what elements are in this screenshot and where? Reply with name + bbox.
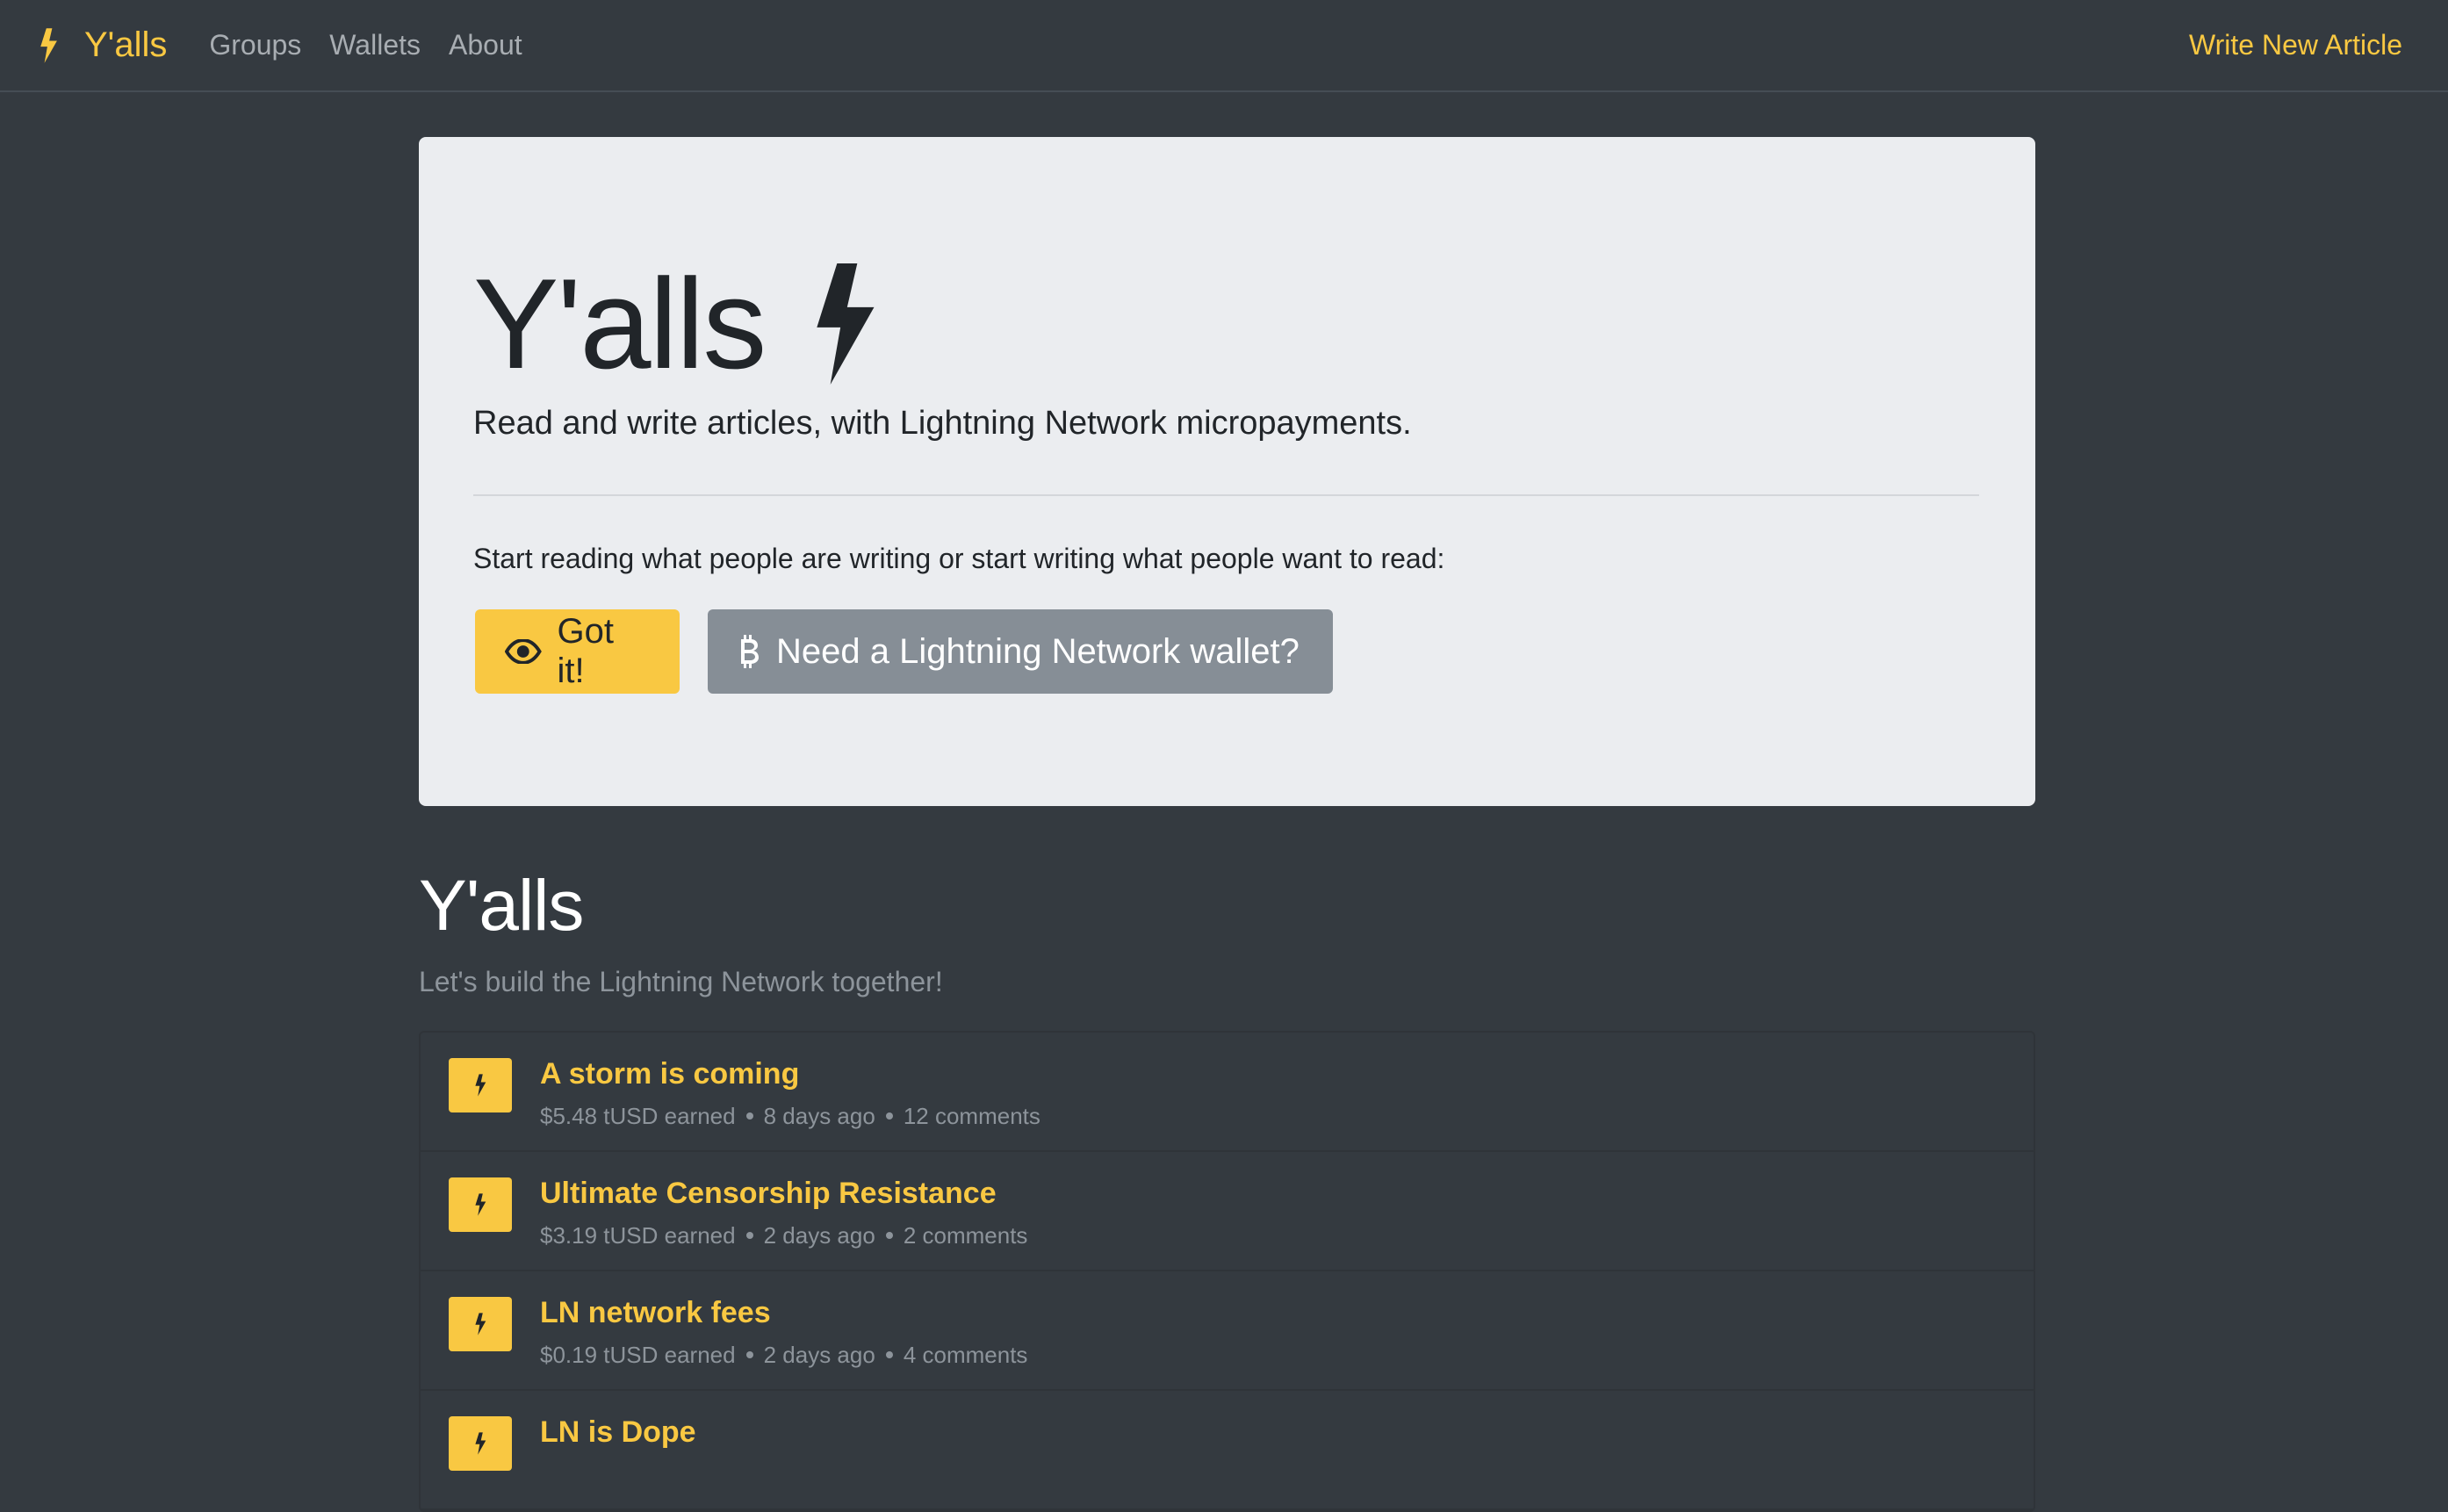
brand-link[interactable]: Y'alls — [39, 25, 167, 65]
separator-dot — [885, 1112, 893, 1120]
list-item[interactable]: A storm is coming $5.48 tUSD earned 8 da… — [421, 1033, 2034, 1152]
wallet-help-label: Need a Lightning Network wallet? — [776, 631, 1300, 671]
article-title-link[interactable]: LN is Dope — [540, 1415, 696, 1451]
article-earned: $3.19 tUSD earned — [540, 1221, 736, 1249]
bitcoin-icon — [741, 635, 759, 668]
article-icon — [449, 1177, 512, 1232]
hero-divider — [473, 494, 1979, 496]
bolt-icon — [475, 1432, 486, 1455]
hero-lead: Read and write articles, with Lightning … — [473, 405, 1412, 442]
nav-wallets[interactable]: Wallets — [329, 29, 421, 61]
write-new-article-link[interactable]: Write New Article — [2189, 29, 2402, 61]
article-body: LN network fees $0.19 tUSD earned 2 days… — [540, 1295, 1027, 1369]
article-comments: 2 comments — [903, 1221, 1028, 1249]
nav-about[interactable]: About — [449, 29, 522, 61]
article-icon — [449, 1416, 512, 1471]
list-item[interactable]: Ultimate Censorship Resistance $3.19 tUS… — [421, 1152, 2034, 1271]
bolt-icon — [475, 1313, 486, 1336]
bolt-icon — [475, 1074, 486, 1097]
section-title: Y'alls — [419, 866, 584, 946]
article-body: Ultimate Censorship Resistance $3.19 tUS… — [540, 1176, 1027, 1249]
article-icon — [449, 1297, 512, 1351]
got-it-button[interactable]: Got it! — [475, 609, 680, 694]
separator-dot — [885, 1232, 893, 1240]
article-list: A storm is coming $5.48 tUSD earned 8 da… — [419, 1031, 2035, 1512]
separator-dot — [745, 1232, 753, 1240]
got-it-label: Got it! — [557, 612, 614, 690]
bolt-icon — [817, 263, 875, 385]
article-age: 2 days ago — [763, 1221, 875, 1249]
separator-dot — [885, 1351, 893, 1359]
article-title-link[interactable]: LN network fees — [540, 1295, 1027, 1331]
nav-groups[interactable]: Groups — [209, 29, 301, 61]
article-age: 8 days ago — [763, 1102, 875, 1129]
brand-name: Y'alls — [84, 25, 168, 64]
hero-title: Y'alls — [473, 260, 879, 388]
article-earned: $5.48 tUSD earned — [540, 1102, 736, 1129]
separator-dot — [745, 1351, 753, 1359]
article-comments: 4 comments — [903, 1341, 1028, 1368]
article-earned: $0.19 tUSD earned — [540, 1341, 736, 1368]
hero-panel: Y'alls Read and write articles, with Lig… — [419, 137, 2035, 806]
bolt-icon — [40, 27, 57, 63]
hero-buttons: Got it! Need a Lightning Network wallet? — [475, 609, 1333, 694]
list-item[interactable]: LN is Dope — [421, 1391, 2034, 1510]
article-icon — [449, 1058, 512, 1112]
eye-icon — [505, 639, 542, 664]
list-item[interactable]: LN network fees $0.19 tUSD earned 2 days… — [421, 1271, 2034, 1391]
wallet-help-button[interactable]: Need a Lightning Network wallet? — [708, 609, 1333, 694]
article-title-link[interactable]: A storm is coming — [540, 1056, 1040, 1092]
section-subtitle: Let's build the Lightning Network togeth… — [419, 966, 943, 997]
article-meta: $5.48 tUSD earned 8 days ago 12 comments — [540, 1103, 1040, 1130]
article-meta: $3.19 tUSD earned 2 days ago 2 comments — [540, 1222, 1027, 1249]
separator-dot — [745, 1112, 753, 1120]
top-navbar: Y'alls Groups Wallets About Write New Ar… — [0, 0, 2448, 92]
article-age: 2 days ago — [763, 1341, 875, 1368]
bolt-icon — [475, 1193, 486, 1216]
hero-title-text: Y'alls — [473, 252, 767, 395]
article-comments: 12 comments — [903, 1102, 1040, 1129]
article-body: A storm is coming $5.48 tUSD earned 8 da… — [540, 1056, 1040, 1130]
hero-text: Start reading what people are writing or… — [473, 543, 1445, 574]
article-body: LN is Dope — [540, 1415, 696, 1451]
article-meta: $0.19 tUSD earned 2 days ago 4 comments — [540, 1342, 1027, 1369]
article-title-link[interactable]: Ultimate Censorship Resistance — [540, 1176, 1027, 1212]
